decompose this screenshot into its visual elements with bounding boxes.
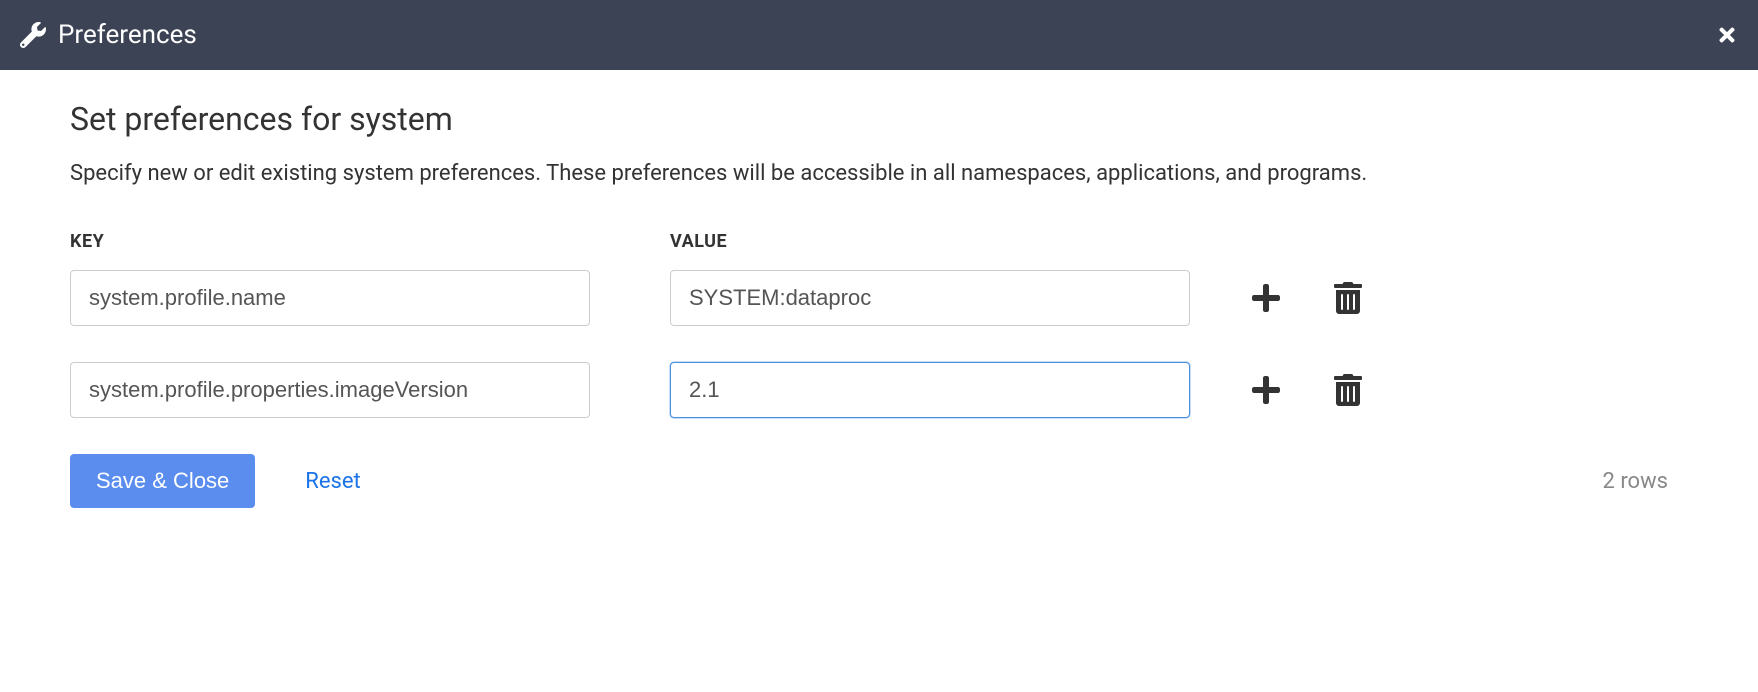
row-count-label: 2 rows: [1603, 469, 1669, 494]
footer-left: Save & Close Reset: [70, 454, 361, 508]
dialog-header: Preferences: [0, 0, 1758, 70]
row-actions: [1250, 374, 1364, 406]
add-row-icon[interactable]: [1250, 282, 1282, 314]
header-left: Preferences: [20, 20, 197, 50]
columns-header: KEY VALUE: [70, 231, 1688, 252]
dialog-content: Set preferences for system Specify new o…: [0, 70, 1758, 538]
row-actions: [1250, 282, 1364, 314]
delete-row-icon[interactable]: [1332, 374, 1364, 406]
preference-row: [70, 362, 1688, 418]
reset-link[interactable]: Reset: [305, 469, 360, 494]
dialog-footer: Save & Close Reset 2 rows: [70, 454, 1688, 508]
section-description: Specify new or edit existing system pref…: [70, 156, 1470, 191]
key-column-header: KEY: [70, 231, 670, 252]
section-title: Set preferences for system: [70, 100, 1688, 138]
value-input[interactable]: [670, 270, 1190, 326]
save-close-button[interactable]: Save & Close: [70, 454, 255, 508]
close-icon[interactable]: [1716, 24, 1738, 46]
preference-row: [70, 270, 1688, 326]
key-input[interactable]: [70, 362, 590, 418]
value-input[interactable]: [670, 362, 1190, 418]
wrench-icon: [20, 22, 46, 48]
dialog-title: Preferences: [58, 20, 197, 50]
delete-row-icon[interactable]: [1332, 282, 1364, 314]
key-input[interactable]: [70, 270, 590, 326]
add-row-icon[interactable]: [1250, 374, 1282, 406]
value-column-header: VALUE: [670, 231, 1270, 252]
